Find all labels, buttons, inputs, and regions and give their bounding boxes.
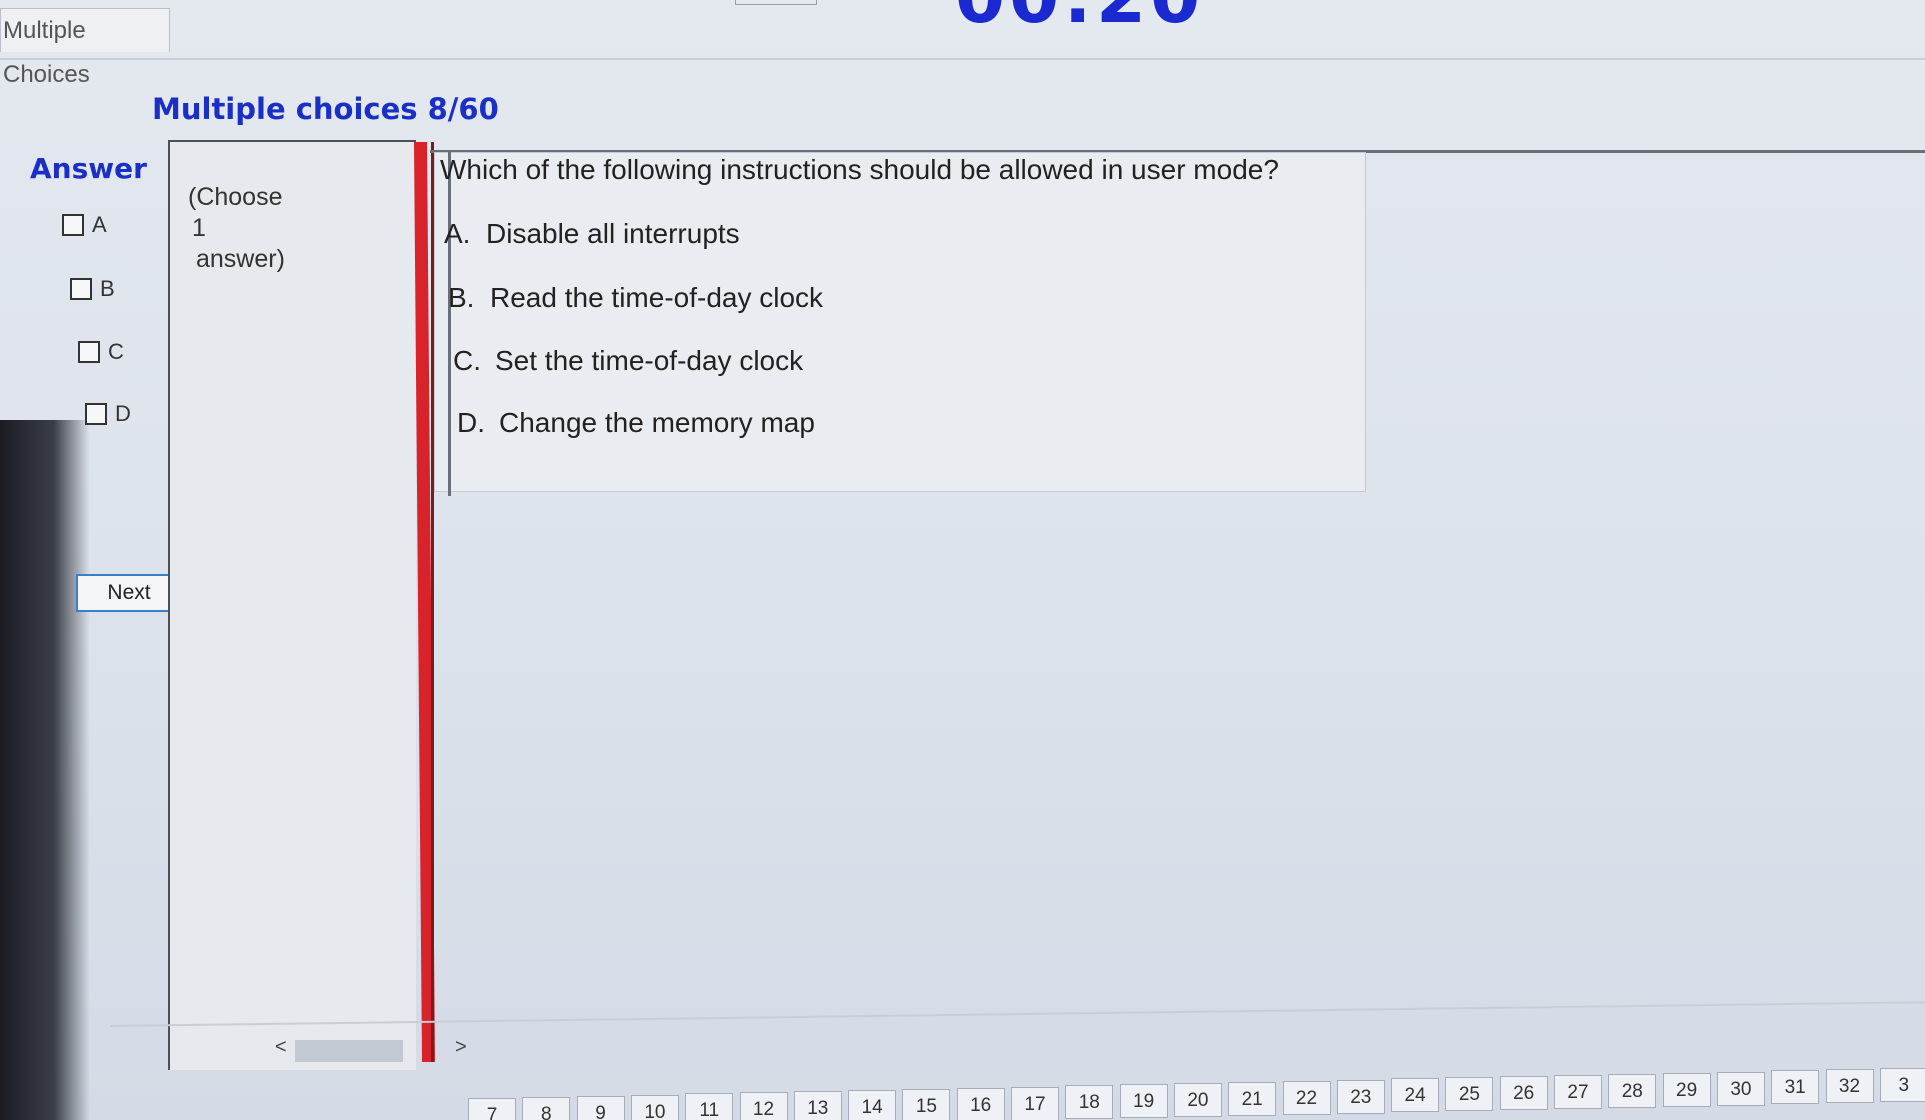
answer-option-c[interactable]: C	[78, 339, 124, 365]
page-button[interactable]: 30	[1716, 1071, 1765, 1106]
top-control-fragment	[735, 0, 817, 5]
choice-a: A. Disable all interrupts	[444, 218, 740, 250]
choose-instruction: (Choose 1 answer)	[188, 182, 298, 275]
page-button[interactable]: 25	[1445, 1077, 1494, 1112]
page-button[interactable]: 23	[1336, 1079, 1385, 1114]
question-text: Which of the following instructions shou…	[440, 154, 1279, 185]
monitor-bezel	[0, 420, 90, 1120]
page-title: Multiple choices 8/60	[152, 92, 499, 126]
page-button[interactable]: 8	[522, 1096, 571, 1120]
choice-c: C. Set the time-of-day clock	[453, 345, 803, 377]
page-button[interactable]: 16	[956, 1087, 1005, 1120]
question-box	[434, 152, 1366, 492]
choose-line-3: answer)	[196, 245, 285, 273]
horizontal-scrollbar[interactable]: < >	[265, 1036, 475, 1066]
page-button[interactable]: 26	[1499, 1076, 1548, 1111]
next-button[interactable]: Next	[76, 574, 182, 612]
page-button[interactable]: 3	[1879, 1068, 1925, 1103]
page-button[interactable]: 22	[1282, 1080, 1331, 1115]
choice-text-b: Read the time-of-day clock	[490, 282, 824, 313]
page-button[interactable]: 18	[1065, 1085, 1114, 1120]
page-button[interactable]: 7	[468, 1098, 516, 1120]
choice-text-c: Set the time-of-day clock	[495, 345, 804, 376]
tab-strip-divider	[0, 58, 1925, 60]
checkbox-d[interactable]	[85, 403, 107, 425]
page-button[interactable]: 21	[1228, 1081, 1277, 1116]
answer-option-d[interactable]: D	[85, 401, 131, 427]
choice-letter-a: A.	[444, 218, 471, 249]
page-button[interactable]: 11	[685, 1093, 734, 1120]
choice-text-d: Change the memory map	[499, 407, 815, 438]
tab-multiple-choices[interactable]: Multiple Choices	[0, 8, 170, 88]
page-button[interactable]: 12	[739, 1092, 788, 1120]
answer-option-b[interactable]: B	[70, 276, 115, 302]
page-button[interactable]: 20	[1173, 1083, 1222, 1118]
choice-letter-b: B.	[448, 282, 475, 313]
answer-heading: Answer	[30, 152, 147, 185]
answer-option-a[interactable]: A	[62, 212, 107, 238]
question-box-left-border	[448, 152, 451, 496]
page-button[interactable]: 31	[1771, 1070, 1820, 1105]
option-label-b: B	[100, 276, 115, 301]
page-button[interactable]: 27	[1554, 1075, 1602, 1109]
choice-letter-d: D.	[457, 407, 485, 438]
choose-line-1: (Choose	[188, 183, 283, 211]
scroll-thumb[interactable]	[295, 1040, 403, 1062]
scroll-left-arrow-icon[interactable]: <	[275, 1036, 287, 1059]
page-button[interactable]: 14	[848, 1089, 897, 1120]
page-button[interactable]: 24	[1391, 1078, 1440, 1113]
page-button[interactable]: 19	[1119, 1084, 1168, 1119]
choose-line-2: 1	[192, 214, 206, 242]
choice-d: D. Change the memory map	[457, 407, 815, 439]
page-button[interactable]: 13	[793, 1091, 842, 1120]
option-label-c: C	[108, 339, 124, 364]
instruction-panel	[168, 140, 416, 1070]
option-label-d: D	[115, 401, 131, 426]
choice-letter-c: C.	[453, 345, 481, 376]
page-button[interactable]: 28	[1608, 1073, 1657, 1108]
page-button[interactable]: 9	[576, 1095, 625, 1120]
page-button[interactable]: 10	[630, 1094, 679, 1120]
choice-b: B. Read the time-of-day clock	[448, 282, 823, 314]
page-button[interactable]: 17	[1011, 1086, 1059, 1120]
page-button[interactable]: 32	[1825, 1069, 1874, 1104]
scroll-right-arrow-icon[interactable]: >	[455, 1036, 467, 1059]
page-button[interactable]: 15	[902, 1088, 951, 1120]
option-label-a: A	[92, 212, 107, 237]
page-button[interactable]: 29	[1662, 1072, 1711, 1107]
checkbox-b[interactable]	[70, 278, 92, 300]
choice-text-a: Disable all interrupts	[486, 218, 740, 249]
checkbox-c[interactable]	[78, 341, 100, 363]
countdown-timer: 00:20	[955, 0, 1204, 39]
exam-window: Multiple Choices 00:20 Multiple choices …	[0, 0, 1925, 1120]
checkbox-a[interactable]	[62, 214, 84, 236]
